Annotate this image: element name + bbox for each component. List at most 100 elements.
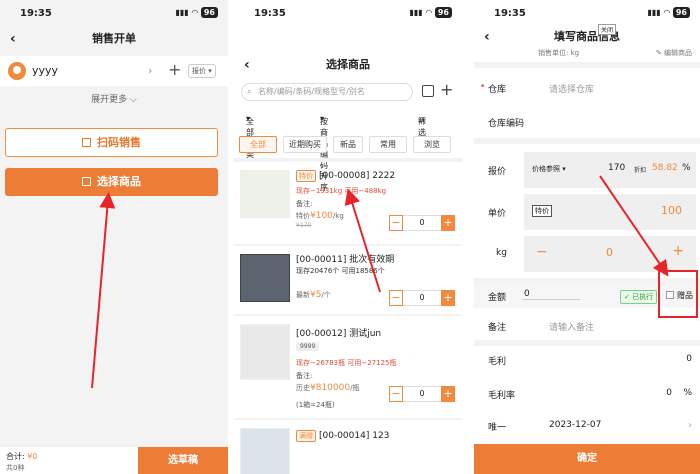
expand-more-toggle[interactable]: 展开更多 ⌵: [0, 90, 228, 110]
close-tooltip[interactable]: 关闭: [598, 24, 617, 35]
select-draft-button[interactable]: 选草稿: [138, 447, 228, 474]
product-note: 备注:: [296, 372, 313, 380]
quantity-stepper[interactable]: − 0 +: [389, 290, 455, 306]
product-old-price: ¥170: [296, 222, 312, 229]
plus-button[interactable]: +: [441, 386, 455, 402]
back-icon[interactable]: ‹: [10, 26, 16, 52]
status-icons: ▮▮▮ ◠ 96: [409, 7, 452, 18]
list-item[interactable]: 特价 [00-00008] 2222 现存−1931kg 可用−488kg 备注:…: [234, 166, 462, 242]
product-stock: 现存20476个 可用18586个: [296, 267, 385, 275]
confirm-button[interactable]: 确定: [474, 444, 700, 474]
unit-price-row: 单价 特价 100: [474, 194, 700, 232]
unit-price-value[interactable]: 100: [661, 204, 682, 217]
quantity-value[interactable]: 0: [606, 246, 613, 259]
scan-icon[interactable]: [422, 85, 434, 97]
divider: [234, 244, 462, 246]
list-item[interactable]: [00-00011] 批次有效期 现存20476个 可用18586个 最新¥5/…: [234, 250, 462, 310]
scan-sale-button[interactable]: 扫码销售: [5, 128, 218, 157]
product-pack-info: (1箱=24瓶): [296, 401, 335, 409]
signal-icon: ▮▮▮: [647, 8, 661, 17]
amount-input[interactable]: 0: [522, 289, 580, 300]
price-type-select[interactable]: 报价 ▾: [188, 64, 216, 78]
tab-all[interactable]: 全部: [239, 136, 277, 153]
gross-margin-row: 毛利率 0 %: [474, 382, 700, 406]
warehouse-code-label: 仓库编码: [488, 119, 525, 129]
tab-common[interactable]: 常用: [369, 136, 407, 153]
scan-icon: [82, 138, 91, 147]
unique-row[interactable]: 唯一 2023-12-07 ›: [474, 414, 700, 438]
required-mark: •: [480, 82, 486, 92]
bottom-bar: 合计: ¥0 共0种 选草稿: [0, 446, 228, 474]
quantity-stepper[interactable]: − 0 +: [389, 386, 455, 402]
sort-filter[interactable]: 按商品编码升序 ▾: [320, 114, 328, 192]
total: 合计: ¥0: [6, 452, 38, 461]
status-icons: ▮▮▮ ◠ 96: [175, 7, 218, 18]
quantity-value[interactable]: 0: [403, 290, 441, 306]
price-ref-select[interactable]: 价格参照 ▾: [532, 164, 566, 174]
battery-icon: 96: [672, 7, 690, 18]
battery-icon: 96: [434, 7, 452, 18]
back-icon[interactable]: ‹: [244, 52, 250, 78]
screen-fill-goods-info: 19:35 ▮▮▮ ◠ 96 ‹ 填写商品信息 关闭 销售单位: kg ✎ 编辑…: [474, 0, 700, 474]
select-goods-button[interactable]: 选择商品: [5, 168, 218, 196]
discount-value[interactable]: 58.82: [652, 163, 678, 173]
chevron-down-icon: ⌵: [130, 95, 137, 105]
date-value[interactable]: 2023-12-07: [549, 420, 601, 430]
product-title: 满赠 [00-00014] 123: [296, 430, 389, 442]
gross-profit-label: 毛利: [488, 357, 507, 367]
edit-icon: ✎: [655, 49, 662, 57]
status-icons: ▮▮▮ ◠ 96: [647, 7, 690, 18]
divider: [474, 62, 700, 68]
product-stock: 现存−1931kg 可用−488kg: [296, 187, 387, 195]
plus-button[interactable]: +: [672, 243, 684, 259]
quote-box[interactable]: 价格参照 ▾ 170 折扣 58.82 %: [524, 152, 696, 188]
search-input[interactable]: ⌕ 名称/编码/条码/规格型号/别名: [241, 83, 413, 101]
total-count: 共0种: [6, 464, 25, 472]
customer-name: yyyy: [32, 64, 59, 77]
unique-label: 唯一: [488, 423, 507, 433]
quote-value[interactable]: 170: [608, 163, 625, 173]
warehouse-placeholder: 请选择仓库: [549, 85, 595, 95]
quantity-value[interactable]: 0: [403, 215, 441, 231]
unit-price-box[interactable]: 特价 100: [524, 194, 696, 230]
product-image: [240, 428, 290, 474]
minus-button[interactable]: −: [389, 290, 403, 306]
product-stock: 现存−26783瓶 可用−27125瓶: [296, 359, 397, 367]
search-placeholder: 名称/编码/条码/规格型号/别名: [258, 87, 365, 96]
quantity-box[interactable]: − 0 +: [524, 236, 696, 272]
plus-button[interactable]: +: [441, 290, 455, 306]
status-time: 19:35: [494, 8, 526, 19]
warehouse-row[interactable]: • 仓库 请选择仓库: [474, 76, 700, 100]
product-note: 备注:: [296, 200, 313, 208]
quote-label: 报价: [488, 167, 507, 177]
percent-sign: %: [683, 388, 692, 398]
minus-button[interactable]: −: [536, 244, 548, 260]
gross-margin-value: 0: [666, 388, 672, 398]
status-bar: 19:35 ▮▮▮ ◠ 96: [0, 0, 228, 26]
list-item[interactable]: 满赠 [00-00014] 123: [234, 424, 462, 474]
customer-row[interactable]: yyyy › + 报价 ▾: [0, 56, 228, 86]
product-image: [240, 254, 290, 302]
nav-bar: ‹ 选择商品: [234, 52, 462, 78]
list-item[interactable]: [00-00012] 测试jun 9999 现存−26783瓶 可用−27125…: [234, 320, 462, 416]
edit-goods-link[interactable]: ✎ 编辑商品: [656, 48, 692, 58]
tab-new[interactable]: 新品: [333, 136, 363, 153]
plus-button[interactable]: +: [441, 215, 455, 231]
quantity-row: kg − 0 +: [474, 236, 700, 274]
kg-label: kg: [496, 248, 507, 258]
wifi-icon: ◠: [191, 8, 198, 17]
sales-unit-row: 销售单位: kg ✎ 编辑商品: [474, 46, 700, 60]
tab-browse[interactable]: 浏览: [413, 136, 451, 153]
wifi-icon: ◠: [663, 8, 670, 17]
quantity-stepper[interactable]: − 0 +: [389, 215, 455, 231]
add-icon[interactable]: +: [440, 80, 453, 99]
minus-button[interactable]: −: [389, 215, 403, 231]
add-customer-icon[interactable]: +: [168, 60, 181, 79]
minus-button[interactable]: −: [389, 386, 403, 402]
product-title: [00-00012] 测试jun: [296, 329, 382, 339]
divider: [234, 314, 462, 316]
page-title: 销售开单: [92, 32, 136, 45]
quantity-value[interactable]: 0: [403, 386, 441, 402]
category-filter[interactable]: 全部分类 ▾: [246, 114, 254, 159]
tab-recent[interactable]: 近期购买: [283, 136, 327, 153]
